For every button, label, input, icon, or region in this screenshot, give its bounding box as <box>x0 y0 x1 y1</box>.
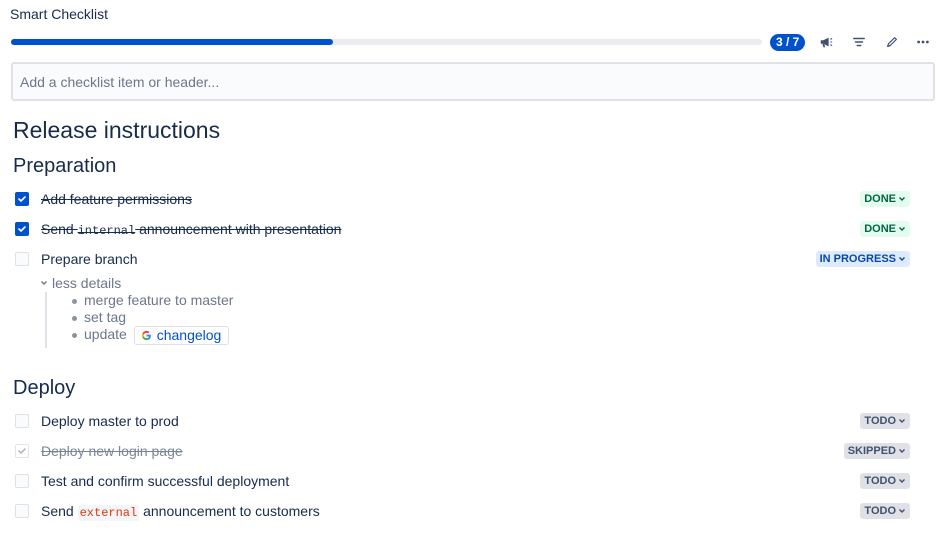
google-icon <box>141 330 151 341</box>
chevron-down-icon <box>899 509 905 513</box>
item-text-before: Send <box>41 220 78 237</box>
item-checkbox[interactable] <box>15 414 29 428</box>
edit-button[interactable] <box>880 30 904 54</box>
details-line: merge feature to master <box>71 292 234 308</box>
item-checkbox[interactable] <box>15 504 29 518</box>
item-text[interactable]: Deploy master to prod <box>41 413 179 429</box>
details-list: merge feature to master set tag update c… <box>45 292 233 348</box>
checklist-item: Deploy new login page SKIPPED <box>15 440 910 462</box>
checklist-item: Test and confirm successful deployment T… <box>15 470 910 492</box>
pencil-icon <box>887 37 897 47</box>
link-text: changelog <box>156 327 222 343</box>
check-icon <box>18 196 26 202</box>
inline-code: external <box>77 504 140 521</box>
chevron-down-icon <box>899 257 905 261</box>
progress-fill <box>11 39 333 45</box>
status-dropdown-todo[interactable]: TODO <box>860 473 910 489</box>
item-text-after: announcement to customers <box>139 502 320 519</box>
item-text-before: Send <box>41 502 78 519</box>
checklist-item: Deploy master to prod TODO <box>15 410 910 432</box>
status-label: TODO <box>864 505 896 517</box>
announce-button[interactable] <box>814 30 838 54</box>
filter-button[interactable] <box>847 30 871 54</box>
status-label: TODO <box>864 475 896 487</box>
item-text-after: announcement with presentation <box>135 220 342 237</box>
details-toggle[interactable]: less details <box>40 275 121 291</box>
more-icon <box>917 40 929 44</box>
checklist-item: Add feature permissions DONE <box>15 188 910 210</box>
status-dropdown-todo[interactable]: TODO <box>860 413 910 429</box>
more-button[interactable] <box>911 30 935 54</box>
item-checkbox[interactable] <box>15 252 29 266</box>
check-icon <box>18 226 26 232</box>
status-dropdown-todo[interactable]: TODO <box>860 503 910 519</box>
status-label: DONE <box>864 223 896 235</box>
inline-code: internal <box>77 223 136 238</box>
status-label: DONE <box>864 193 896 205</box>
checklist-item: Send external announcement to customers … <box>15 500 910 522</box>
changelog-link[interactable]: changelog <box>133 326 230 345</box>
item-checkbox[interactable] <box>15 444 29 458</box>
chevron-down-icon <box>899 227 905 231</box>
status-label: TODO <box>864 415 896 427</box>
app-title: Smart Checklist <box>10 6 109 22</box>
status-dropdown-skipped[interactable]: SKIPPED <box>843 443 910 459</box>
item-text[interactable]: Send internal announcement with presenta… <box>41 221 341 238</box>
chevron-down-icon <box>899 419 905 423</box>
item-checkbox[interactable] <box>15 222 29 236</box>
item-text[interactable]: Send external announcement to customers <box>41 502 320 521</box>
item-text[interactable]: Deploy new login page <box>41 443 183 459</box>
details-line-prefix: update <box>84 326 127 343</box>
chevron-down-icon <box>41 281 47 285</box>
megaphone-icon <box>820 37 833 48</box>
filter-icon <box>853 37 865 47</box>
details-line: set tag <box>71 309 233 326</box>
status-dropdown-done[interactable]: DONE <box>860 221 910 237</box>
status-dropdown-done[interactable]: DONE <box>860 191 910 207</box>
chevron-down-icon <box>899 197 905 201</box>
item-text[interactable]: Add feature permissions <box>41 191 192 207</box>
details-line: update changelog <box>71 326 233 345</box>
checklist-title: Release instructions <box>13 117 221 143</box>
section-header-deploy: Deploy <box>13 377 76 399</box>
status-label: SKIPPED <box>847 445 896 457</box>
checklist-item: Prepare branch IN PROGRESS <box>15 248 910 270</box>
status-dropdown-in-progress[interactable]: IN PROGRESS <box>815 251 910 267</box>
chevron-down-icon <box>899 449 905 453</box>
details-toggle-label: less details <box>52 275 122 291</box>
progress-bar <box>11 39 762 45</box>
check-icon <box>18 448 26 454</box>
add-item-input[interactable] <box>11 62 935 101</box>
status-label: IN PROGRESS <box>819 253 896 265</box>
section-header-preparation: Preparation <box>13 155 117 177</box>
item-text[interactable]: Test and confirm successful deployment <box>41 473 289 489</box>
item-checkbox[interactable] <box>15 474 29 488</box>
checklist-item: Send internal announcement with presenta… <box>15 218 910 240</box>
item-checkbox[interactable] <box>15 192 29 206</box>
chevron-down-icon <box>899 479 905 483</box>
item-text[interactable]: Prepare branch <box>41 251 138 267</box>
progress-counter-badge: 3 / 7 <box>770 34 806 51</box>
